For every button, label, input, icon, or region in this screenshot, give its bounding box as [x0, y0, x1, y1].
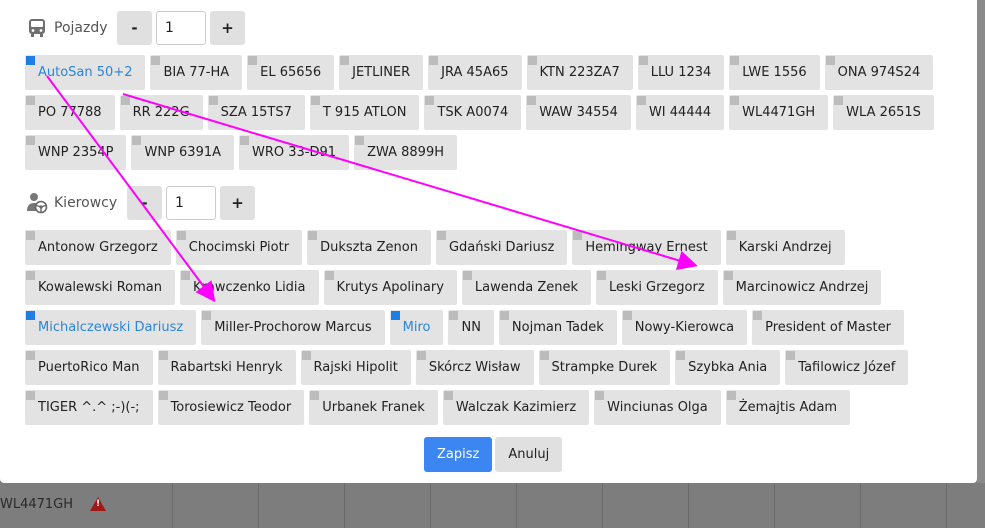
drivers-increment-button[interactable]: +: [220, 186, 255, 220]
driver-tag-torosiewicz-teodor[interactable]: Torosiewicz Teodor: [157, 390, 305, 425]
table-cell-divider: [258, 483, 259, 528]
vehicles-stepper: - +: [117, 11, 245, 45]
driver-tag-nn[interactable]: NN: [448, 310, 494, 345]
vehicles-decrement-button[interactable]: -: [117, 11, 152, 45]
vehicle-tag-wro-33-d91[interactable]: WRO 33-D91: [239, 135, 350, 170]
driver-tag-tafilowicz-j-zef[interactable]: Tafilowicz Józef: [785, 350, 909, 385]
vehicle-tag-wnp-6391a[interactable]: WNP 6391A: [131, 135, 235, 170]
drivers-label: Kierowcy: [54, 195, 118, 211]
vehicle-tag-ona-974s24[interactable]: ONA 974S24: [824, 55, 934, 90]
driver-tag-tiger[interactable]: TIGER ^.^ ;-)(-;: [25, 390, 153, 425]
vehicle-tag-bia-77-ha[interactable]: BIA 77-HA: [150, 55, 243, 90]
vehicle-tag-po-77788[interactable]: PO 77788: [25, 95, 115, 130]
driver-tag-karski-andrzej[interactable]: Karski Andrzej: [725, 230, 845, 265]
drivers-header: Kierowcy: [26, 192, 117, 214]
vehicle-tag-zwa-8899h[interactable]: ZWA 8899H: [354, 135, 457, 170]
driver-tag-krutys-apolinary[interactable]: Krutys Apolinary: [323, 270, 457, 305]
vehicle-tag-ktn-223za7[interactable]: KTN 223ZA7: [526, 55, 633, 90]
driver-tag-nowy-kierowca[interactable]: Nowy-Kierowca: [621, 310, 748, 345]
vehicle-tag-wl4471gh[interactable]: WL4471GH: [729, 95, 829, 130]
bus-icon: [26, 17, 48, 39]
driver-tag-lawenda-zenek[interactable]: Lawenda Zenek: [461, 270, 591, 305]
driver-tag-szybka-ania[interactable]: Szybka Ania: [675, 350, 781, 385]
table-cell-divider: [430, 483, 431, 528]
driver-tag-sk-rcz-wis-aw[interactable]: Skórcz Wisław: [415, 350, 534, 385]
vehicle-tag-list: AutoSan 50+2 BIA 77-HA EL 65656 JETLINER JRA…: [25, 55, 955, 170]
driver-tag-leski-grzegorz[interactable]: Leski Grzegorz: [596, 270, 718, 305]
modal-actions: Zapisz Anuluj: [424, 437, 563, 472]
driver-tag-miller-prochorow-marcus[interactable]: Miller-Prochorow Marcus: [201, 310, 385, 345]
vehicle-tag-t-915-atlon[interactable]: T 915 ATLON: [309, 95, 420, 130]
driver-tag-strampke-durek[interactable]: Strampke Durek: [538, 350, 671, 385]
vehicle-tag-llu-1234[interactable]: LLU 1234: [637, 55, 725, 90]
driver-tag-list: Antonow Grzegorz Chocimski Piotr Dukszta Z…: [25, 230, 955, 425]
driver-tag-kowalewski-roman[interactable]: Kowalewski Roman: [25, 270, 175, 305]
vehicles-increment-button[interactable]: +: [210, 11, 245, 45]
cancel-button[interactable]: Anuluj: [495, 437, 563, 472]
vehicle-tag-wnp-2354p[interactable]: WNP 2354P: [25, 135, 127, 170]
vehicle-tag-tsk-a0074[interactable]: TSK A0074: [424, 95, 522, 130]
table-cell-divider: [172, 483, 173, 528]
driver-tag-urbanek-franek[interactable]: Urbanek Franek: [309, 390, 438, 425]
driver-tag-emajtis-adam[interactable]: Żemajtis Adam: [725, 390, 851, 425]
driver-tag-gda-ski-dariusz[interactable]: Gdański Dariusz: [435, 230, 568, 265]
driver-tag-walczak-kazimierz[interactable]: Walczak Kazimierz: [442, 390, 590, 425]
driver-tag-dukszta-zenon[interactable]: Dukszta Zenon: [307, 230, 431, 265]
drivers-decrement-button[interactable]: -: [127, 186, 162, 220]
vehicle-tag-rr-222g[interactable]: RR 222G: [119, 95, 203, 130]
drivers-count-input[interactable]: [166, 186, 216, 220]
driver-tag-marcinowicz-andrzej[interactable]: Marcinowicz Andrzej: [722, 270, 882, 305]
assignment-modal: Pojazdy - + AutoSan 50+2BIA 77-HAEL 6565…: [0, 0, 977, 483]
driver-tag-president-of-master[interactable]: President of Master: [752, 310, 904, 345]
table-cell-divider: [946, 483, 947, 528]
driver-tag-hemingway-ernest[interactable]: Hemingway Ernest: [572, 230, 721, 265]
driver-tag-puertorico-man[interactable]: PuertoRico Man: [25, 350, 153, 385]
driver-tag-rabartski-henryk[interactable]: Rabartski Henryk: [157, 350, 296, 385]
driver-tag-rajski-hipolit[interactable]: Rajski Hipolit: [300, 350, 411, 385]
vehicle-tag-jetliner[interactable]: JETLINER: [339, 55, 424, 90]
driver-tag-antonow-grzegorz[interactable]: Antonow Grzegorz: [25, 230, 171, 265]
background-table-row: [0, 483, 985, 528]
vehicles-header: Pojazdy: [26, 17, 108, 39]
table-cell-divider: [344, 483, 345, 528]
vehicle-tag-waw-34554[interactable]: WAW 34554: [526, 95, 631, 130]
vehicles-label: Pojazdy: [54, 20, 108, 36]
background-vehicle-label: WL4471GH: [0, 497, 74, 512]
vehicle-tag-wi-44444[interactable]: WI 44444: [635, 95, 725, 130]
save-button[interactable]: Zapisz: [424, 437, 493, 472]
vehicle-tag-autosan-50-2[interactable]: AutoSan 50+2: [25, 55, 146, 90]
vehicle-tag-el-65656[interactable]: EL 65656: [247, 55, 335, 90]
vehicle-tag-wla-2651s[interactable]: WLA 2651S: [833, 95, 934, 130]
drivers-stepper: - +: [127, 186, 255, 220]
table-cell-divider: [860, 483, 861, 528]
driver-tag-winciunas-olga[interactable]: Winciunas Olga: [594, 390, 721, 425]
driver-tag-miro[interactable]: Miro: [389, 310, 444, 345]
page-scrollbar[interactable]: [977, 0, 985, 483]
table-cell-divider: [516, 483, 517, 528]
warning-icon: !: [90, 497, 106, 511]
table-cell-divider: [774, 483, 775, 528]
vehicle-tag-sza-15ts7[interactable]: SZA 15TS7: [207, 95, 305, 130]
driver-icon: [26, 192, 48, 214]
driver-tag-chocimski-piotr[interactable]: Chocimski Piotr: [175, 230, 303, 265]
vehicle-tag-lwe-1556[interactable]: LWE 1556: [729, 55, 820, 90]
vehicle-tag-jra-45a65[interactable]: JRA 45A65: [428, 55, 522, 90]
driver-tag-krawczenko-lidia[interactable]: Krawczenko Lidia: [180, 270, 319, 305]
driver-tag-michalczewski-dariusz[interactable]: Michalczewski Dariusz: [25, 310, 197, 345]
table-cell-divider: [602, 483, 603, 528]
driver-tag-nojman-tadek[interactable]: Nojman Tadek: [498, 310, 617, 345]
vehicles-count-input[interactable]: [156, 11, 206, 45]
table-cell-divider: [688, 483, 689, 528]
